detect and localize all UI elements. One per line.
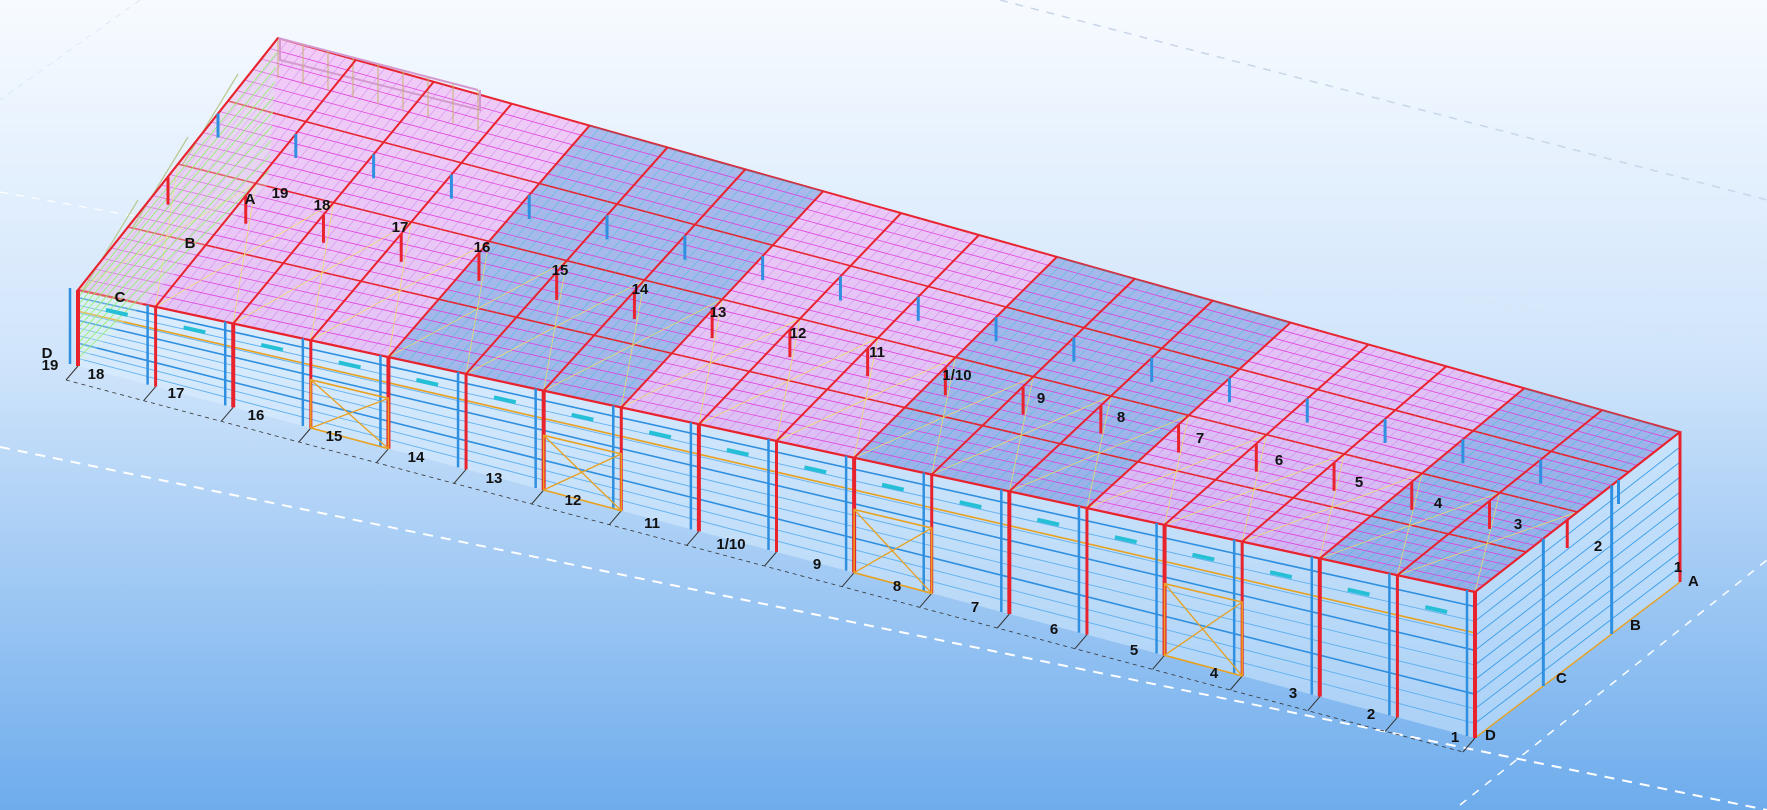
axis-label-front-16: 3 [1289,685,1297,702]
axis-label-roof-6: 13 [710,304,727,321]
axis-label-roof-9: 1/10 [942,367,971,384]
axis-label-front-12: 7 [971,599,979,616]
axis-label-roof-2: 17 [392,219,409,236]
row-label-right-C: C [1556,670,1567,687]
row-label-left-C: C [115,289,126,306]
row-label-right-A: A [1688,573,1699,590]
axis-label-roof-16: 3 [1514,516,1522,533]
axis-label-roof-0: 19 [272,185,289,202]
axis-label-front-18: 1 [1451,729,1459,746]
row-label-left-A: A [245,191,256,208]
axis-label-front-14: 5 [1130,642,1138,659]
axis-label-front-3: 16 [248,407,265,424]
axis-label-front-4: 15 [326,428,343,445]
axis-label-roof-15: 4 [1434,495,1443,512]
axis-label-roof-17: 2 [1594,538,1602,555]
model-viewport[interactable]: 19 18 17 16 15 14 13 12 11 1/10 9 8 7 6 5 4 3 2 1 19 18 17 16 1… [0,0,1767,810]
axis-label-front-8: 11 [644,515,660,532]
axis-label-front-6: 13 [486,470,503,487]
axis-label-front-11: 8 [893,578,901,595]
axis-label-front-13: 6 [1050,621,1058,638]
axis-label-front-15: 4 [1210,665,1219,682]
axis-label-roof-5: 14 [632,281,649,298]
row-label-left-D: D [42,345,53,362]
structural-model-3d-view[interactable]: 1918171615141312111/10987654321191817161… [0,0,1767,810]
axis-label-roof-1: 18 [314,197,331,214]
axis-label-front-9: 1/10 [716,536,745,553]
axis-label-front-17: 2 [1367,706,1375,723]
axis-label-roof-12: 7 [1196,430,1204,447]
axis-label-roof-14: 5 [1355,474,1363,491]
axis-label-roof-18: 1 [1674,559,1682,576]
row-label-left-B: B [185,235,196,252]
axis-label-roof-4: 15 [552,262,569,279]
axis-label-roof-10: 9 [1037,390,1045,407]
axis-label-roof-7: 12 [790,325,807,342]
axis-label-front-10: 9 [813,556,821,573]
axis-label-roof-8: 11 [869,344,885,361]
axis-label-front-7: 12 [565,492,582,509]
axis-label-front-1: 18 [88,366,105,383]
axis-label-front-5: 14 [408,449,425,466]
axis-label-roof-3: 16 [474,239,491,256]
axis-label-roof-11: 8 [1117,409,1125,426]
row-label-right-B: B [1630,617,1641,634]
row-label-right-D: D [1485,727,1496,744]
axis-label-roof-13: 6 [1275,452,1283,469]
axis-label-front-2: 17 [168,385,185,402]
